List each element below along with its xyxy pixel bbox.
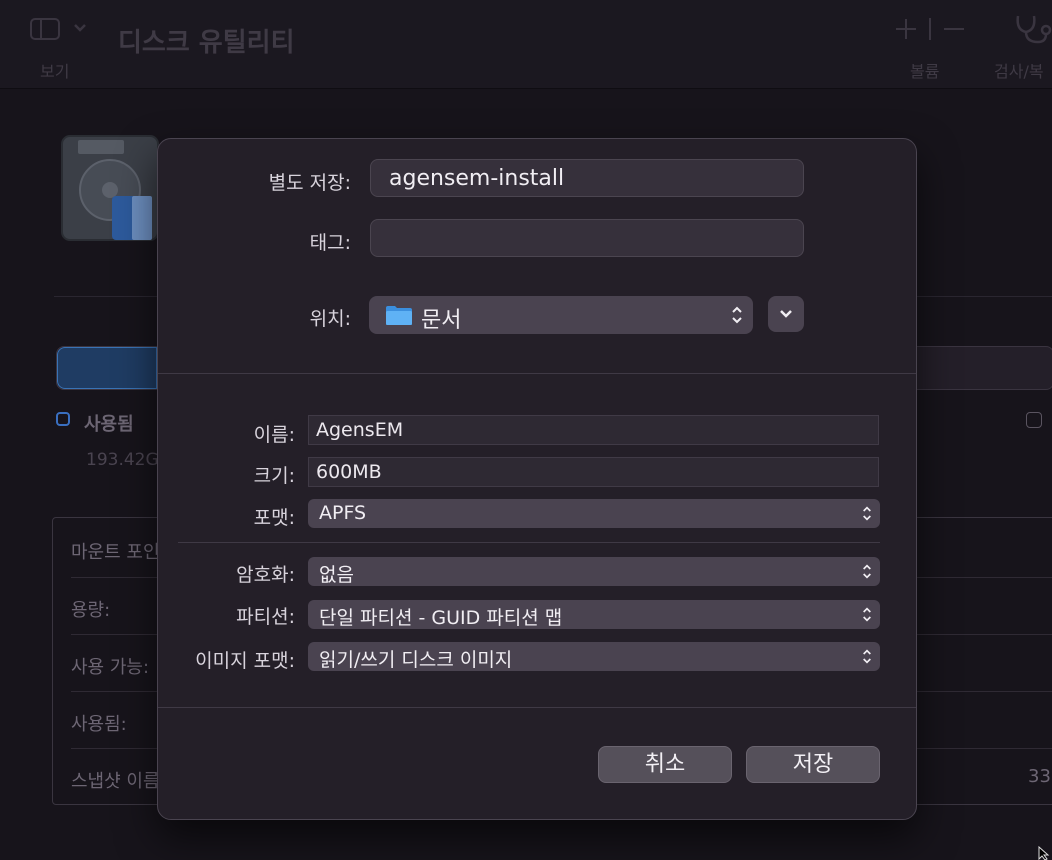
first-aid-label: 검사/복: [994, 62, 1044, 81]
chevron-down-icon: [780, 310, 792, 318]
info-row-capacity: 용량:: [71, 600, 111, 621]
partition-label: 파티션:: [236, 606, 295, 628]
mouse-cursor-icon: [1038, 846, 1050, 860]
info-row-mount-point: 마운트 포인: [71, 542, 160, 563]
name-label: 이름:: [253, 424, 295, 446]
save-button[interactable]: 저장: [746, 746, 880, 783]
expand-browser-button[interactable]: [768, 296, 804, 332]
encryption-label: 암호화:: [236, 564, 295, 586]
format-value: APFS: [319, 502, 367, 524]
format-label: 포맷:: [253, 507, 295, 529]
where-popup[interactable]: 문서: [369, 296, 753, 334]
encryption-value: 없음: [319, 564, 354, 586]
tags-field[interactable]: [370, 219, 804, 257]
partition-value: 단일 파티션 - GUID 파티션 맵: [319, 607, 563, 629]
save-image-dialog: 별도 저장: 태그: 위치: 문서 이름: 크기: 포맷: APFS 암호화:: [157, 138, 917, 820]
save-as-field[interactable]: [370, 159, 804, 197]
window-title: 디스크 유틸리티: [118, 28, 295, 58]
updown-chevron-icon: [863, 649, 871, 664]
updown-chevron-icon: [863, 607, 871, 622]
chevron-down-icon[interactable]: [72, 20, 88, 36]
info-right-value: 33: [1028, 766, 1051, 787]
used-legend-swatch: [56, 412, 70, 426]
updown-chevron-icon: [732, 306, 742, 324]
image-format-popup[interactable]: 읽기/쓰기 디스크 이미지: [308, 642, 880, 671]
disk-image-icon: [61, 135, 159, 241]
info-row-used: 사용됨:: [71, 714, 127, 735]
sheet-divider: [158, 373, 916, 374]
save-as-label: 별도 저장:: [268, 172, 351, 194]
folder-icon: [386, 306, 412, 325]
sidebar-toggle-icon[interactable]: [30, 18, 60, 40]
image-format-label: 이미지 포맷:: [195, 650, 295, 672]
cancel-button[interactable]: 취소: [598, 746, 732, 783]
stethoscope-icon[interactable]: [1012, 12, 1052, 46]
info-row-snapshot-name: 스냅샷 이름: [71, 771, 160, 792]
sheet-divider: [158, 707, 916, 708]
add-remove-volume-icon[interactable]: [892, 16, 968, 42]
image-format-value: 읽기/쓰기 디스크 이미지: [319, 649, 513, 671]
updown-chevron-icon: [863, 564, 871, 579]
name-field[interactable]: [308, 415, 879, 445]
encryption-popup[interactable]: 없음: [308, 557, 880, 586]
sheet-divider: [178, 542, 880, 543]
tags-label: 태그:: [309, 232, 351, 254]
size-field[interactable]: [308, 457, 879, 487]
free-legend-swatch: [1026, 412, 1042, 428]
size-label: 크기:: [253, 465, 295, 487]
used-legend-label: 사용됨: [84, 414, 134, 435]
disk-utility-toolbar: 보기 디스크 유틸리티 볼륨 검사/복: [0, 0, 1052, 89]
view-label: 보기: [40, 62, 70, 81]
volume-label: 볼륨: [910, 62, 940, 81]
where-value: 문서: [421, 308, 462, 333]
info-row-available: 사용 가능:: [71, 657, 150, 678]
used-legend-value: 193.42G: [86, 450, 159, 470]
updown-chevron-icon: [863, 506, 871, 521]
disk-usage-bar-fill: [57, 347, 157, 389]
where-label: 위치:: [309, 308, 351, 330]
format-popup[interactable]: APFS: [308, 499, 880, 528]
partition-popup[interactable]: 단일 파티션 - GUID 파티션 맵: [308, 600, 880, 629]
